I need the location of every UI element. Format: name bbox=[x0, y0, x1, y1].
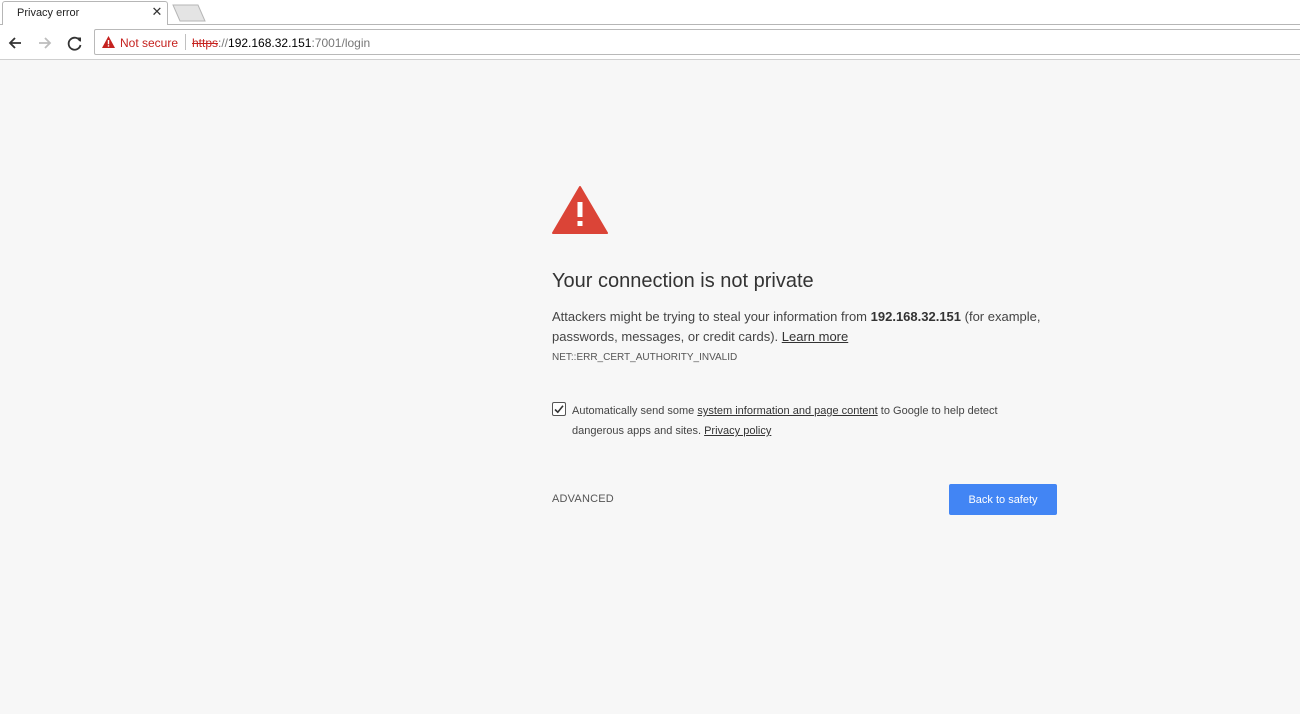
tab-title: Privacy error bbox=[17, 7, 80, 19]
new-tab-button[interactable] bbox=[172, 4, 206, 22]
tab-close-icon[interactable]: ✕ bbox=[150, 4, 164, 20]
system-information-link[interactable]: system information and page content bbox=[697, 405, 877, 417]
omnibox[interactable]: Not secure https://192.168.32.151:7001/l… bbox=[94, 29, 1300, 55]
tab-privacy-error[interactable]: Privacy error ✕ bbox=[2, 1, 168, 25]
advanced-button[interactable]: ADVANCED bbox=[552, 493, 614, 505]
forward-icon[interactable] bbox=[35, 33, 55, 53]
reload-icon[interactable] bbox=[65, 33, 85, 53]
url-path: :7001/login bbox=[311, 36, 371, 50]
toolbar: Not secure https://192.168.32.151:7001/l… bbox=[0, 25, 1300, 60]
url-separator: :// bbox=[218, 36, 229, 50]
learn-more-link[interactable]: Learn more bbox=[782, 329, 848, 344]
url-scheme: https bbox=[192, 36, 219, 50]
warning-triangle-icon bbox=[552, 186, 608, 234]
privacy-policy-link[interactable]: Privacy policy bbox=[704, 425, 771, 437]
url-host: 192.168.32.151 bbox=[228, 36, 312, 50]
explanation-text-before: Attackers might be trying to steal your … bbox=[552, 309, 871, 324]
checkmark-icon bbox=[554, 405, 564, 414]
omnibox-separator bbox=[185, 34, 186, 50]
explanation-host: 192.168.32.151 bbox=[870, 309, 962, 324]
explanation-paragraph: Attackers might be trying to steal your … bbox=[552, 307, 1052, 347]
url-text[interactable]: https://192.168.32.151:7001/login bbox=[192, 36, 370, 50]
optin-text-before: Automatically send some bbox=[572, 405, 698, 417]
tab-strip: Privacy error ✕ bbox=[0, 0, 1300, 25]
extended-reporting-checkbox[interactable] bbox=[552, 402, 566, 416]
back-to-safety-button[interactable]: Back to safety bbox=[949, 484, 1057, 515]
back-icon[interactable] bbox=[5, 33, 25, 53]
page-title: Your connection is not private bbox=[552, 270, 814, 292]
optin-label: Automatically send some system informati… bbox=[572, 401, 1022, 441]
error-code: NET::ERR_CERT_AUTHORITY_INVALID bbox=[552, 352, 738, 363]
not-secure-label[interactable]: Not secure bbox=[120, 36, 178, 50]
not-secure-warning-icon[interactable] bbox=[101, 35, 116, 49]
